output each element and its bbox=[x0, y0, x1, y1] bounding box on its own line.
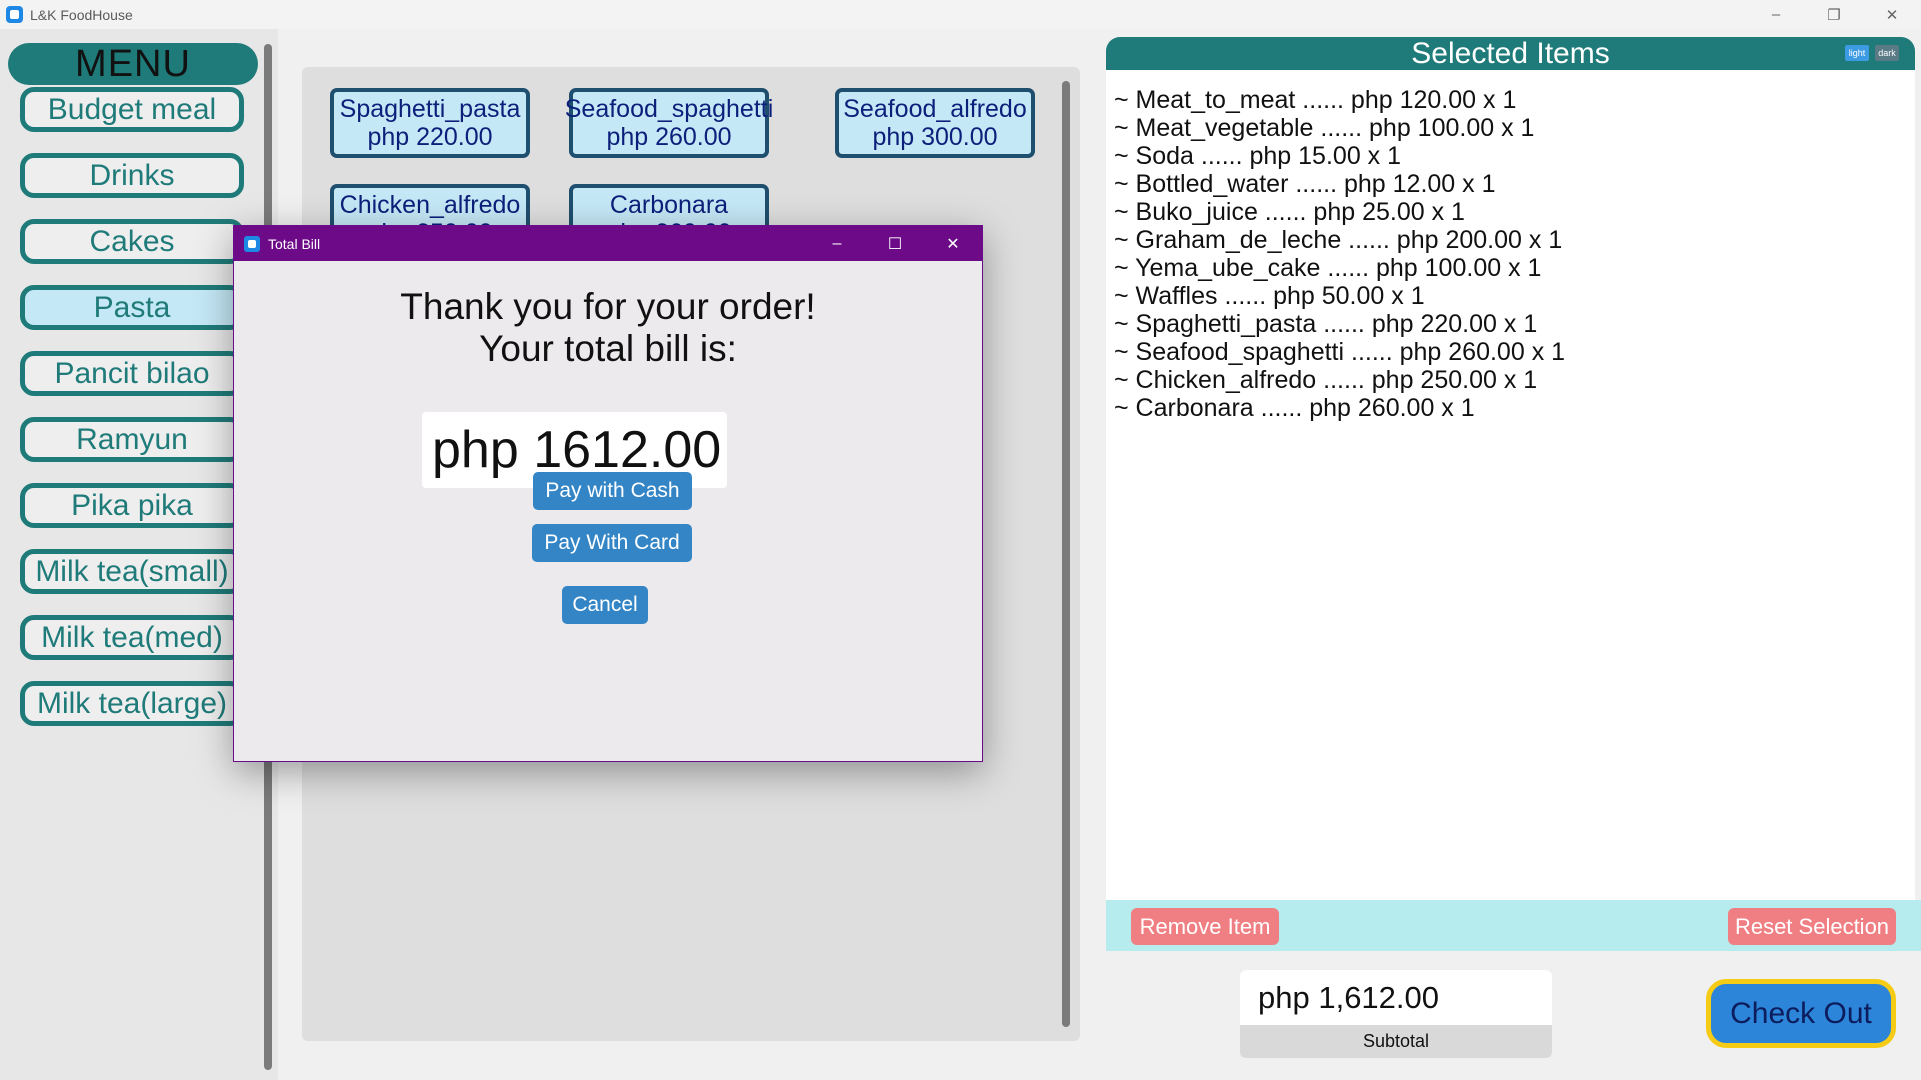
menu-item-cakes[interactable]: Cakes bbox=[20, 219, 244, 264]
subtotal-value: php 1,612.00 bbox=[1240, 970, 1552, 1025]
window-controls: – ❐ ✕ bbox=[1747, 0, 1921, 29]
app-title: L&K FoodHouse bbox=[30, 6, 133, 23]
selection-action-bar: Remove Item Reset Selection bbox=[1106, 900, 1921, 951]
menu-item-milk-tea-large[interactable]: Milk tea(large) bbox=[20, 681, 244, 726]
app-titlebar: L&K FoodHouse – ❐ ✕ bbox=[0, 0, 1921, 29]
dialog-message-line2: Your total bill is: bbox=[479, 328, 737, 369]
menu-item-milk-tea-small[interactable]: Milk tea(small) bbox=[20, 549, 244, 594]
food-item-name: Chicken_alfredo bbox=[339, 191, 521, 219]
reset-selection-button[interactable]: Reset Selection bbox=[1728, 908, 1896, 945]
cancel-button[interactable]: Cancel bbox=[562, 586, 648, 624]
food-item-price: php 260.00 bbox=[606, 123, 732, 151]
list-item[interactable]: ~ Soda ...... php 15.00 x 1 bbox=[1114, 142, 1915, 170]
menu-item-pancit-bilao[interactable]: Pancit bilao bbox=[20, 351, 244, 396]
subtotal-box: php 1,612.00 Subtotal bbox=[1240, 970, 1552, 1058]
food-item-name: Spaghetti_pasta bbox=[339, 95, 521, 123]
food-item-spaghetti-pasta[interactable]: Spaghetti_pasta php 220.00 bbox=[330, 88, 530, 158]
app-icon bbox=[6, 6, 23, 23]
dialog-titlebar: Total Bill – ☐ ✕ bbox=[234, 226, 982, 261]
menu-item-pika-pika[interactable]: Pika pika bbox=[20, 483, 244, 528]
remove-item-button[interactable]: Remove Item bbox=[1131, 908, 1279, 945]
menu-item-pasta[interactable]: Pasta bbox=[20, 285, 244, 330]
list-item[interactable]: ~ Graham_de_leche ...... php 200.00 x 1 bbox=[1114, 226, 1915, 254]
list-item[interactable]: ~ Yema_ube_cake ...... php 100.00 x 1 bbox=[1114, 254, 1915, 282]
menu-item-drinks[interactable]: Drinks bbox=[20, 153, 244, 198]
list-item[interactable]: ~ Spaghetti_pasta ...... php 220.00 x 1 bbox=[1114, 310, 1915, 338]
minimize-icon[interactable]: – bbox=[1747, 0, 1805, 29]
list-item[interactable]: ~ Waffles ...... php 50.00 x 1 bbox=[1114, 282, 1915, 310]
minimize-icon[interactable]: – bbox=[808, 226, 866, 261]
food-scrollbar[interactable] bbox=[1062, 81, 1070, 1027]
dialog-title: Total Bill bbox=[268, 235, 321, 252]
list-item[interactable]: ~ Bottled_water ...... php 12.00 x 1 bbox=[1114, 170, 1915, 198]
theme-dark-button[interactable]: dark bbox=[1875, 45, 1899, 61]
food-item-name: Seafood_spaghetti bbox=[564, 95, 774, 123]
total-bill-dialog: Total Bill – ☐ ✕ Thank you for your orde… bbox=[233, 225, 983, 762]
selected-items-list[interactable]: ~ Meat_to_meat ...... php 120.00 x 1 ~ M… bbox=[1106, 70, 1915, 900]
dialog-app-icon bbox=[244, 235, 260, 252]
dialog-message-line1: Thank you for your order! bbox=[400, 286, 816, 327]
list-item[interactable]: ~ Meat_vegetable ...... php 100.00 x 1 bbox=[1114, 114, 1915, 142]
close-icon[interactable]: ✕ bbox=[1863, 0, 1921, 29]
pay-with-cash-button[interactable]: Pay with Cash bbox=[533, 472, 692, 510]
dialog-message: Thank you for your order! Your total bil… bbox=[234, 286, 982, 370]
dialog-controls: – ☐ ✕ bbox=[808, 226, 982, 261]
selected-items-title: Selected Items bbox=[1411, 37, 1610, 70]
theme-light-button[interactable]: light bbox=[1845, 45, 1869, 61]
subtotal-label: Subtotal bbox=[1362, 1031, 1430, 1051]
food-item-name: Carbonara bbox=[609, 191, 729, 219]
list-item[interactable]: ~ Chicken_alfredo ...... php 250.00 x 1 bbox=[1114, 366, 1915, 394]
food-item-name: Seafood_alfredo bbox=[843, 95, 1027, 123]
menu-header: MENU bbox=[8, 43, 258, 85]
close-icon[interactable]: ✕ bbox=[924, 226, 982, 261]
list-item[interactable]: ~ Buko_juice ...... php 25.00 x 1 bbox=[1114, 198, 1915, 226]
selected-items-header: Selected Items light dark bbox=[1106, 37, 1915, 70]
list-item[interactable]: ~ Seafood_spaghetti ...... php 260.00 x … bbox=[1114, 338, 1915, 366]
restore-icon[interactable]: ❐ bbox=[1805, 0, 1863, 29]
list-item[interactable]: ~ Meat_to_meat ...... php 120.00 x 1 bbox=[1114, 86, 1915, 114]
food-item-seafood-spaghetti[interactable]: Seafood_spaghetti php 260.00 bbox=[565, 88, 773, 158]
menu-item-ramyun[interactable]: Ramyun bbox=[20, 417, 244, 462]
pay-with-card-button[interactable]: Pay With Card bbox=[532, 524, 692, 562]
maximize-icon[interactable]: ☐ bbox=[866, 226, 924, 261]
checkout-button[interactable]: Check Out bbox=[1706, 979, 1896, 1048]
list-item[interactable]: ~ Carbonara ...... php 260.00 x 1 bbox=[1114, 394, 1915, 422]
menu-item-budget-meal[interactable]: Budget meal bbox=[20, 87, 244, 132]
food-item-price: php 300.00 bbox=[872, 123, 998, 151]
food-item-price: php 220.00 bbox=[367, 123, 493, 151]
food-item-seafood-alfredo[interactable]: Seafood_alfredo php 300.00 bbox=[835, 88, 1035, 158]
menu-item-milk-tea-med[interactable]: Milk tea(med) bbox=[20, 615, 244, 660]
